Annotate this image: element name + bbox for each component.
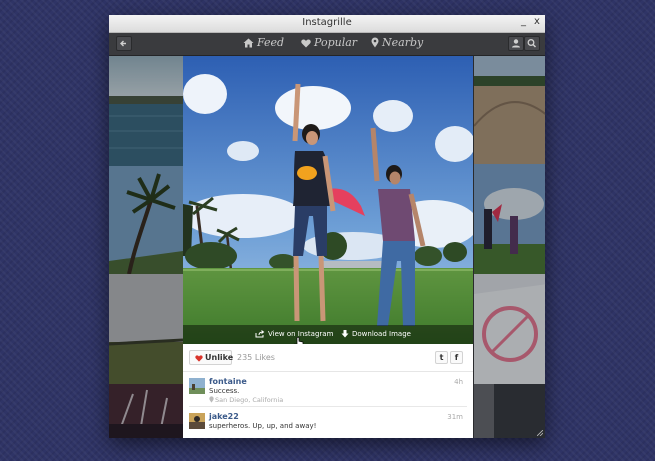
photo-card: View on Instagram Download Image Unlike …	[183, 56, 473, 438]
superheroes-photo	[183, 56, 473, 344]
feed-thumbnail[interactable]	[474, 384, 545, 438]
search-button[interactable]	[524, 36, 540, 51]
lake-photo	[109, 56, 183, 166]
comment-text: superheros. Up, up, and away!	[209, 422, 317, 430]
palm-tree-photo	[109, 166, 183, 274]
share-out-icon	[255, 330, 265, 338]
back-arrow-icon	[120, 40, 126, 47]
comment-timestamp: 4h	[454, 378, 463, 386]
feed-thumbnail[interactable]	[474, 56, 545, 164]
comment-location-label: San Diego, California	[215, 396, 284, 404]
search-icon	[527, 39, 537, 48]
tab-nearby[interactable]: Nearby	[371, 36, 423, 49]
comment-username[interactable]: jake22	[209, 412, 239, 421]
comment-item: fontaine Success. San Diego, California …	[183, 376, 473, 408]
tab-popular[interactable]: Popular	[301, 36, 357, 49]
right-thumbnail-column	[474, 56, 545, 438]
user-icon	[512, 39, 520, 48]
back-button[interactable]	[116, 36, 132, 51]
mouse-cursor-icon	[294, 337, 304, 344]
tab-feed-label: Feed	[257, 36, 285, 49]
title-bar: Instagrille _ x	[109, 15, 545, 33]
comment-location: San Diego, California	[209, 396, 283, 404]
feed-thumbnail[interactable]	[109, 56, 183, 166]
comment-text: Success.	[209, 387, 240, 395]
location-pin-icon	[209, 396, 214, 403]
download-icon	[341, 330, 349, 338]
resize-grip-icon[interactable]	[537, 430, 543, 436]
home-icon	[243, 38, 254, 48]
tab-nearby-label: Nearby	[382, 36, 424, 49]
twitter-share-button[interactable]: t	[435, 351, 448, 364]
left-thumbnail-column	[109, 56, 183, 438]
avatar[interactable]	[189, 378, 205, 394]
download-image-label: Download Image	[352, 330, 411, 338]
unlike-label: Unlike	[205, 353, 234, 362]
feed-thumbnail[interactable]	[474, 164, 545, 274]
avatar[interactable]	[189, 413, 205, 429]
unlike-button[interactable]: Unlike	[189, 350, 234, 365]
shirt-photo	[474, 274, 545, 384]
twitter-icon: t	[439, 353, 444, 362]
feed-thumbnail[interactable]	[474, 274, 545, 384]
main-photo[interactable]: View on Instagram Download Image	[183, 56, 473, 344]
app-window: Instagrille _ x Feed Popular Nearby View…	[109, 15, 545, 438]
facebook-share-button[interactable]: f	[450, 351, 463, 364]
comment-timestamp: 31m	[447, 413, 463, 421]
profile-button[interactable]	[508, 36, 524, 51]
feed-thumbnail[interactable]	[109, 384, 183, 438]
tab-popular-label: Popular	[314, 36, 358, 49]
comment-divider	[189, 406, 467, 407]
heart-icon	[301, 39, 311, 48]
facebook-icon: f	[454, 353, 459, 362]
window-title: Instagrille	[302, 17, 352, 28]
skatepark-photo	[474, 56, 545, 164]
field-photo	[109, 274, 183, 384]
stadium-photo	[109, 384, 183, 438]
likes-count: 235 Likes	[237, 353, 275, 362]
comment-username[interactable]: fontaine	[209, 377, 247, 386]
dark-photo	[474, 384, 545, 438]
feed-thumbnail[interactable]	[109, 166, 183, 274]
download-image-link[interactable]: Download Image	[341, 330, 411, 338]
likes-bar: Unlike 235 Likes t f	[183, 344, 473, 372]
photo-action-bar: View on Instagram Download Image	[183, 325, 473, 344]
superheroes-thumbnail-photo	[474, 164, 545, 274]
heart-icon	[195, 355, 203, 362]
close-button[interactable]: x	[534, 16, 540, 27]
comment-item: jake22 superheros. Up, up, and away! 31m	[183, 411, 473, 438]
minimize-button[interactable]: _	[521, 16, 526, 27]
tab-feed[interactable]: Feed	[243, 36, 284, 49]
feed-thumbnail[interactable]	[109, 274, 183, 384]
toolbar: Feed Popular Nearby	[109, 33, 545, 56]
location-pin-icon	[371, 37, 379, 48]
